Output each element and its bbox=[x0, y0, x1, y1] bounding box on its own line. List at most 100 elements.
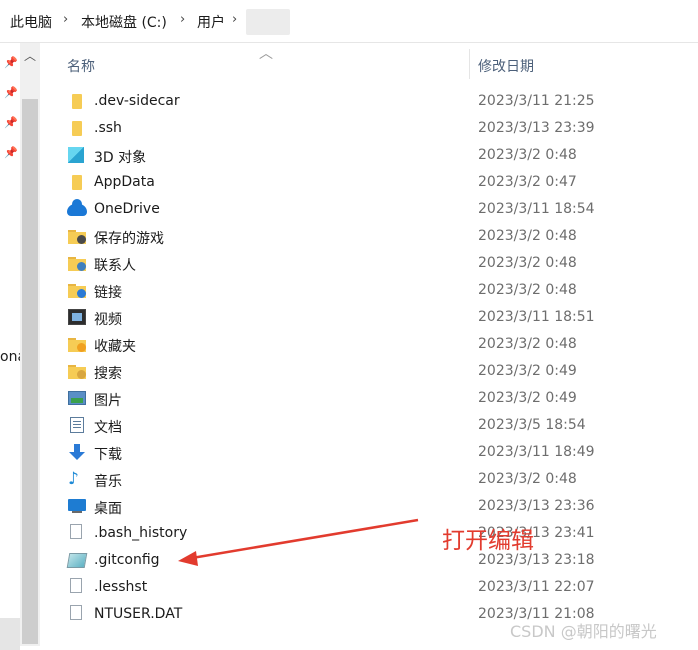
chevron-right-icon[interactable]: › bbox=[232, 12, 237, 27]
file-date: 2023/3/13 23:36 bbox=[478, 498, 595, 514]
chevron-right-icon[interactable]: › bbox=[63, 12, 68, 27]
file-name[interactable]: .ssh bbox=[94, 120, 122, 136]
chevron-right-icon[interactable]: › bbox=[180, 12, 185, 27]
file-date: 2023/3/2 0:48 bbox=[478, 471, 577, 487]
file-row[interactable]: 下载 2023/3/11 18:49 bbox=[40, 439, 698, 466]
file-date: 2023/3/11 21:25 bbox=[478, 93, 595, 109]
address-bar[interactable]: 此电脑 › 本地磁盘 (C:) › 用户 › bbox=[0, 0, 698, 43]
file-date: 2023/3/13 23:39 bbox=[478, 120, 595, 136]
column-header-date-modified[interactable]: 修改日期 bbox=[478, 56, 534, 76]
scroll-up-arrow-icon[interactable]: ︿ bbox=[23, 49, 37, 63]
links-icon bbox=[68, 282, 86, 298]
config-file-icon bbox=[66, 553, 88, 568]
favorites-icon bbox=[68, 336, 86, 352]
contacts-icon bbox=[68, 255, 86, 271]
file-name[interactable]: 保存的游戏 bbox=[94, 228, 164, 248]
desktop-icon bbox=[68, 499, 86, 513]
file-date: 2023/3/11 18:54 bbox=[478, 201, 595, 217]
breadcrumb-users[interactable]: 用户 bbox=[197, 12, 225, 32]
file-icon bbox=[70, 578, 82, 593]
file-name[interactable]: .gitconfig bbox=[94, 552, 160, 568]
file-row[interactable]: 收藏夹 2023/3/2 0:48 bbox=[40, 331, 698, 358]
file-row[interactable]: .gitconfig 2023/3/13 23:18 bbox=[40, 547, 698, 574]
pin-icon[interactable]: 📌 bbox=[4, 87, 18, 99]
file-name[interactable]: 下载 bbox=[94, 444, 122, 464]
file-name[interactable]: 文档 bbox=[94, 417, 122, 437]
pictures-icon bbox=[68, 391, 86, 405]
redacted-username bbox=[246, 9, 290, 35]
file-row[interactable]: 3D 对象 2023/3/2 0:48 bbox=[40, 142, 698, 169]
folder-icon bbox=[68, 120, 86, 136]
column-divider[interactable] bbox=[469, 49, 470, 79]
file-name[interactable]: 桌面 bbox=[94, 498, 122, 518]
pin-icon[interactable]: 📌 bbox=[4, 147, 18, 159]
video-icon bbox=[68, 309, 86, 325]
file-date: 2023/3/2 0:49 bbox=[478, 390, 577, 406]
file-date: 2023/3/11 22:07 bbox=[478, 579, 595, 595]
column-header-name[interactable]: 名称 bbox=[67, 56, 95, 76]
watermark: CSDN @朝阳的曙光 bbox=[510, 622, 657, 641]
file-date: 2023/3/2 0:47 bbox=[478, 174, 577, 190]
file-row[interactable]: .ssh 2023/3/13 23:39 bbox=[40, 115, 698, 142]
documents-icon bbox=[70, 417, 84, 433]
file-name[interactable]: 图片 bbox=[94, 390, 122, 410]
file-name[interactable]: 链接 bbox=[94, 282, 122, 302]
file-date: 2023/3/11 18:51 bbox=[478, 309, 595, 325]
file-date: 2023/3/2 0:48 bbox=[478, 228, 577, 244]
file-name[interactable]: 收藏夹 bbox=[94, 336, 136, 356]
breadcrumb-local-disk[interactable]: 本地磁盘 (C:) bbox=[81, 12, 167, 32]
file-date: 2023/3/2 0:48 bbox=[478, 147, 577, 163]
file-date: 2023/3/11 18:49 bbox=[478, 444, 595, 460]
file-row[interactable]: .bash_history 2023/3/13 23:41 bbox=[40, 520, 698, 547]
folder-icon bbox=[68, 93, 86, 109]
file-row[interactable]: 桌面 2023/3/13 23:36 bbox=[40, 493, 698, 520]
file-list: .dev-sidecar 2023/3/11 21:25 .ssh 2023/3… bbox=[40, 88, 698, 628]
file-date: 2023/3/5 18:54 bbox=[478, 417, 586, 433]
searches-icon bbox=[68, 363, 86, 379]
onedrive-cloud-icon bbox=[67, 199, 87, 216]
pin-icon[interactable]: 📌 bbox=[4, 117, 18, 129]
file-row[interactable]: 保存的游戏 2023/3/2 0:48 bbox=[40, 223, 698, 250]
nav-pane-scrollbar[interactable]: ︿ bbox=[20, 43, 40, 646]
file-icon bbox=[70, 605, 82, 620]
breadcrumb-this-pc[interactable]: 此电脑 bbox=[10, 12, 52, 32]
file-date: 2023/3/2 0:48 bbox=[478, 336, 577, 352]
pin-icon[interactable]: 📌 bbox=[4, 57, 18, 69]
file-row[interactable]: .dev-sidecar 2023/3/11 21:25 bbox=[40, 88, 698, 115]
file-row[interactable]: 文档 2023/3/5 18:54 bbox=[40, 412, 698, 439]
file-name[interactable]: NTUSER.DAT bbox=[94, 606, 182, 622]
column-header-row: ︿ 名称 修改日期 bbox=[40, 43, 698, 85]
nav-selected-item[interactable] bbox=[0, 618, 20, 650]
file-name[interactable]: 搜索 bbox=[94, 363, 122, 383]
file-name[interactable]: 联系人 bbox=[94, 255, 136, 275]
file-name[interactable]: 视频 bbox=[94, 309, 122, 329]
scrollbar-thumb[interactable] bbox=[22, 99, 38, 644]
file-name[interactable]: .lesshst bbox=[94, 579, 147, 595]
file-icon bbox=[70, 524, 82, 539]
file-row[interactable]: AppData 2023/3/2 0:47 bbox=[40, 169, 698, 196]
download-icon bbox=[68, 444, 86, 460]
file-row[interactable]: 搜索 2023/3/2 0:49 bbox=[40, 358, 698, 385]
file-date: 2023/3/2 0:48 bbox=[478, 282, 577, 298]
sort-ascending-icon: ︿ bbox=[259, 46, 273, 62]
file-row[interactable]: 联系人 2023/3/2 0:48 bbox=[40, 250, 698, 277]
file-date: 2023/3/2 0:48 bbox=[478, 255, 577, 271]
file-row[interactable]: .lesshst 2023/3/11 22:07 bbox=[40, 574, 698, 601]
file-row[interactable]: 图片 2023/3/2 0:49 bbox=[40, 385, 698, 412]
file-name[interactable]: AppData bbox=[94, 174, 155, 190]
file-name[interactable]: .bash_history bbox=[94, 525, 187, 541]
file-row[interactable]: 链接 2023/3/2 0:48 bbox=[40, 277, 698, 304]
file-name[interactable]: OneDrive bbox=[94, 201, 160, 217]
folder-icon bbox=[68, 174, 86, 190]
saved-games-icon bbox=[68, 228, 86, 244]
file-name[interactable]: 3D 对象 bbox=[94, 147, 146, 167]
annotation-label: 打开编辑 bbox=[442, 528, 534, 554]
music-icon: ♪ bbox=[68, 469, 79, 489]
file-date: 2023/3/2 0:49 bbox=[478, 363, 577, 379]
file-row[interactable]: ♪ 音乐 2023/3/2 0:48 bbox=[40, 466, 698, 493]
file-row[interactable]: OneDrive 2023/3/11 18:54 bbox=[40, 196, 698, 223]
file-name[interactable]: .dev-sidecar bbox=[94, 93, 180, 109]
file-row[interactable]: 视频 2023/3/11 18:51 bbox=[40, 304, 698, 331]
3d-objects-icon bbox=[68, 147, 84, 163]
file-name[interactable]: 音乐 bbox=[94, 471, 122, 491]
